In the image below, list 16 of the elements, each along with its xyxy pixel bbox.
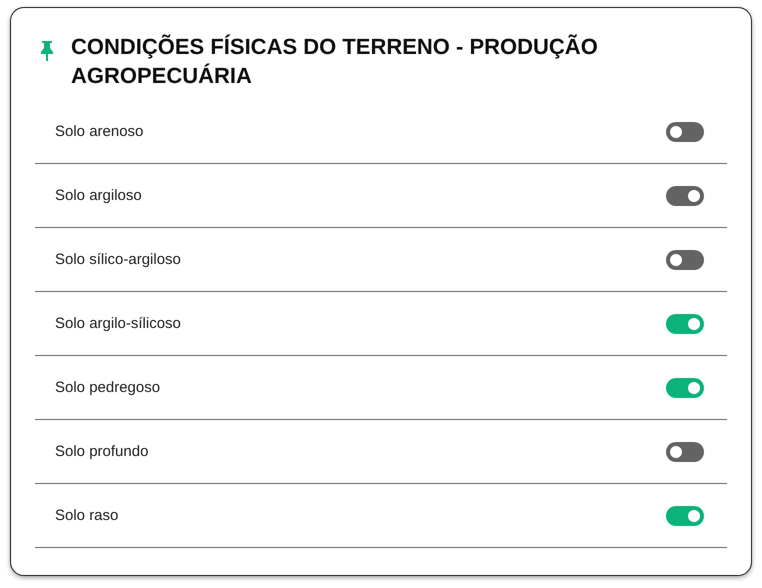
option-label: Solo argilo-sílicoso — [55, 315, 181, 332]
option-label: Solo argiloso — [55, 187, 142, 204]
toggle-switch[interactable] — [666, 250, 704, 270]
option-label: Solo pedregoso — [55, 379, 160, 396]
option-label: Solo profundo — [55, 443, 148, 460]
toggle-switch[interactable] — [666, 442, 704, 462]
section-title: CONDIÇÕES FÍSICAS DO TERRENO - PRODUÇÃO AGROPECUÁRIA — [71, 33, 599, 90]
toggle-switch[interactable] — [666, 314, 704, 334]
pin-icon — [39, 40, 55, 62]
toggle-switch[interactable] — [666, 378, 704, 398]
option-label: Solo sílico-argiloso — [55, 251, 181, 268]
toggle-switch[interactable] — [666, 122, 704, 142]
toggle-switch[interactable] — [666, 186, 704, 206]
option-label: Solo arenoso — [55, 123, 144, 140]
option-label: Solo raso — [55, 507, 118, 524]
toggle-switch[interactable] — [666, 506, 704, 526]
